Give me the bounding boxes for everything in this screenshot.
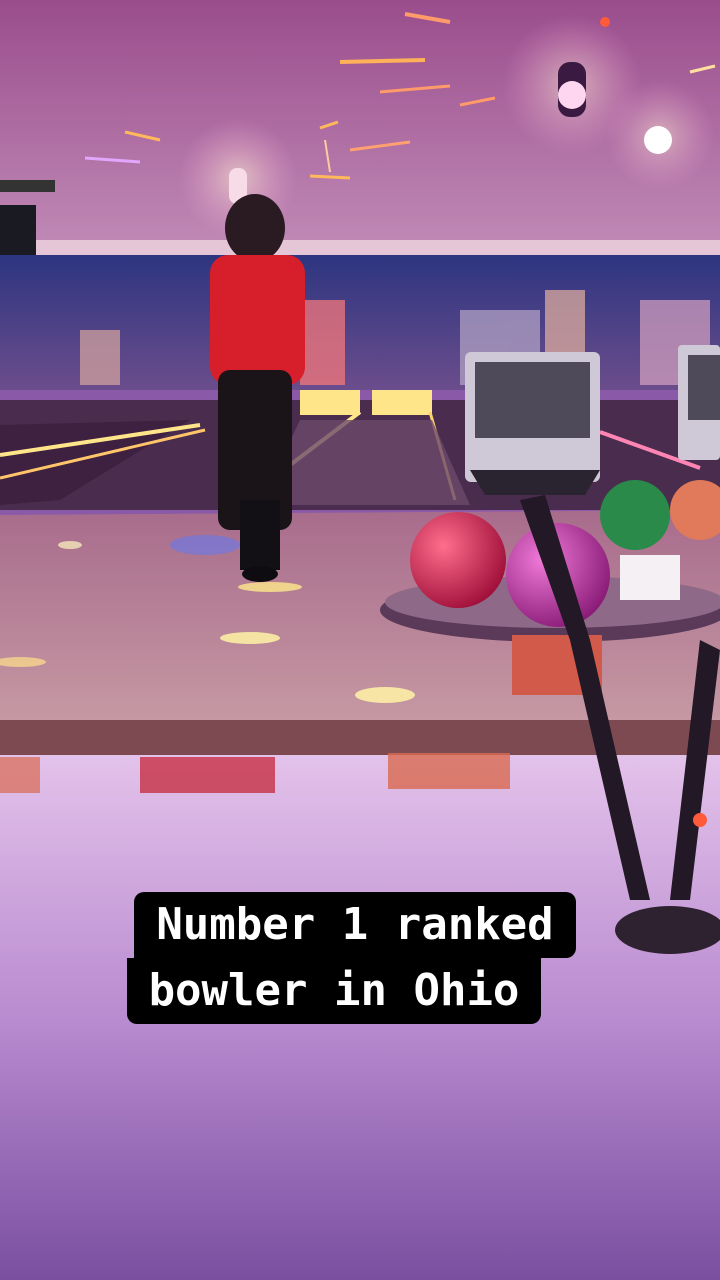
story-caption: Number 1 ranked bowler in Ohio: [0, 892, 720, 1024]
bowling-ball: [600, 480, 670, 550]
caption-line: Number 1 ranked: [134, 892, 576, 958]
bowling-ball: [410, 512, 506, 608]
bowling-alley-photo: [0, 0, 720, 1280]
speaker: [0, 205, 36, 260]
caption-line: bowler in Ohio: [126, 958, 542, 1024]
